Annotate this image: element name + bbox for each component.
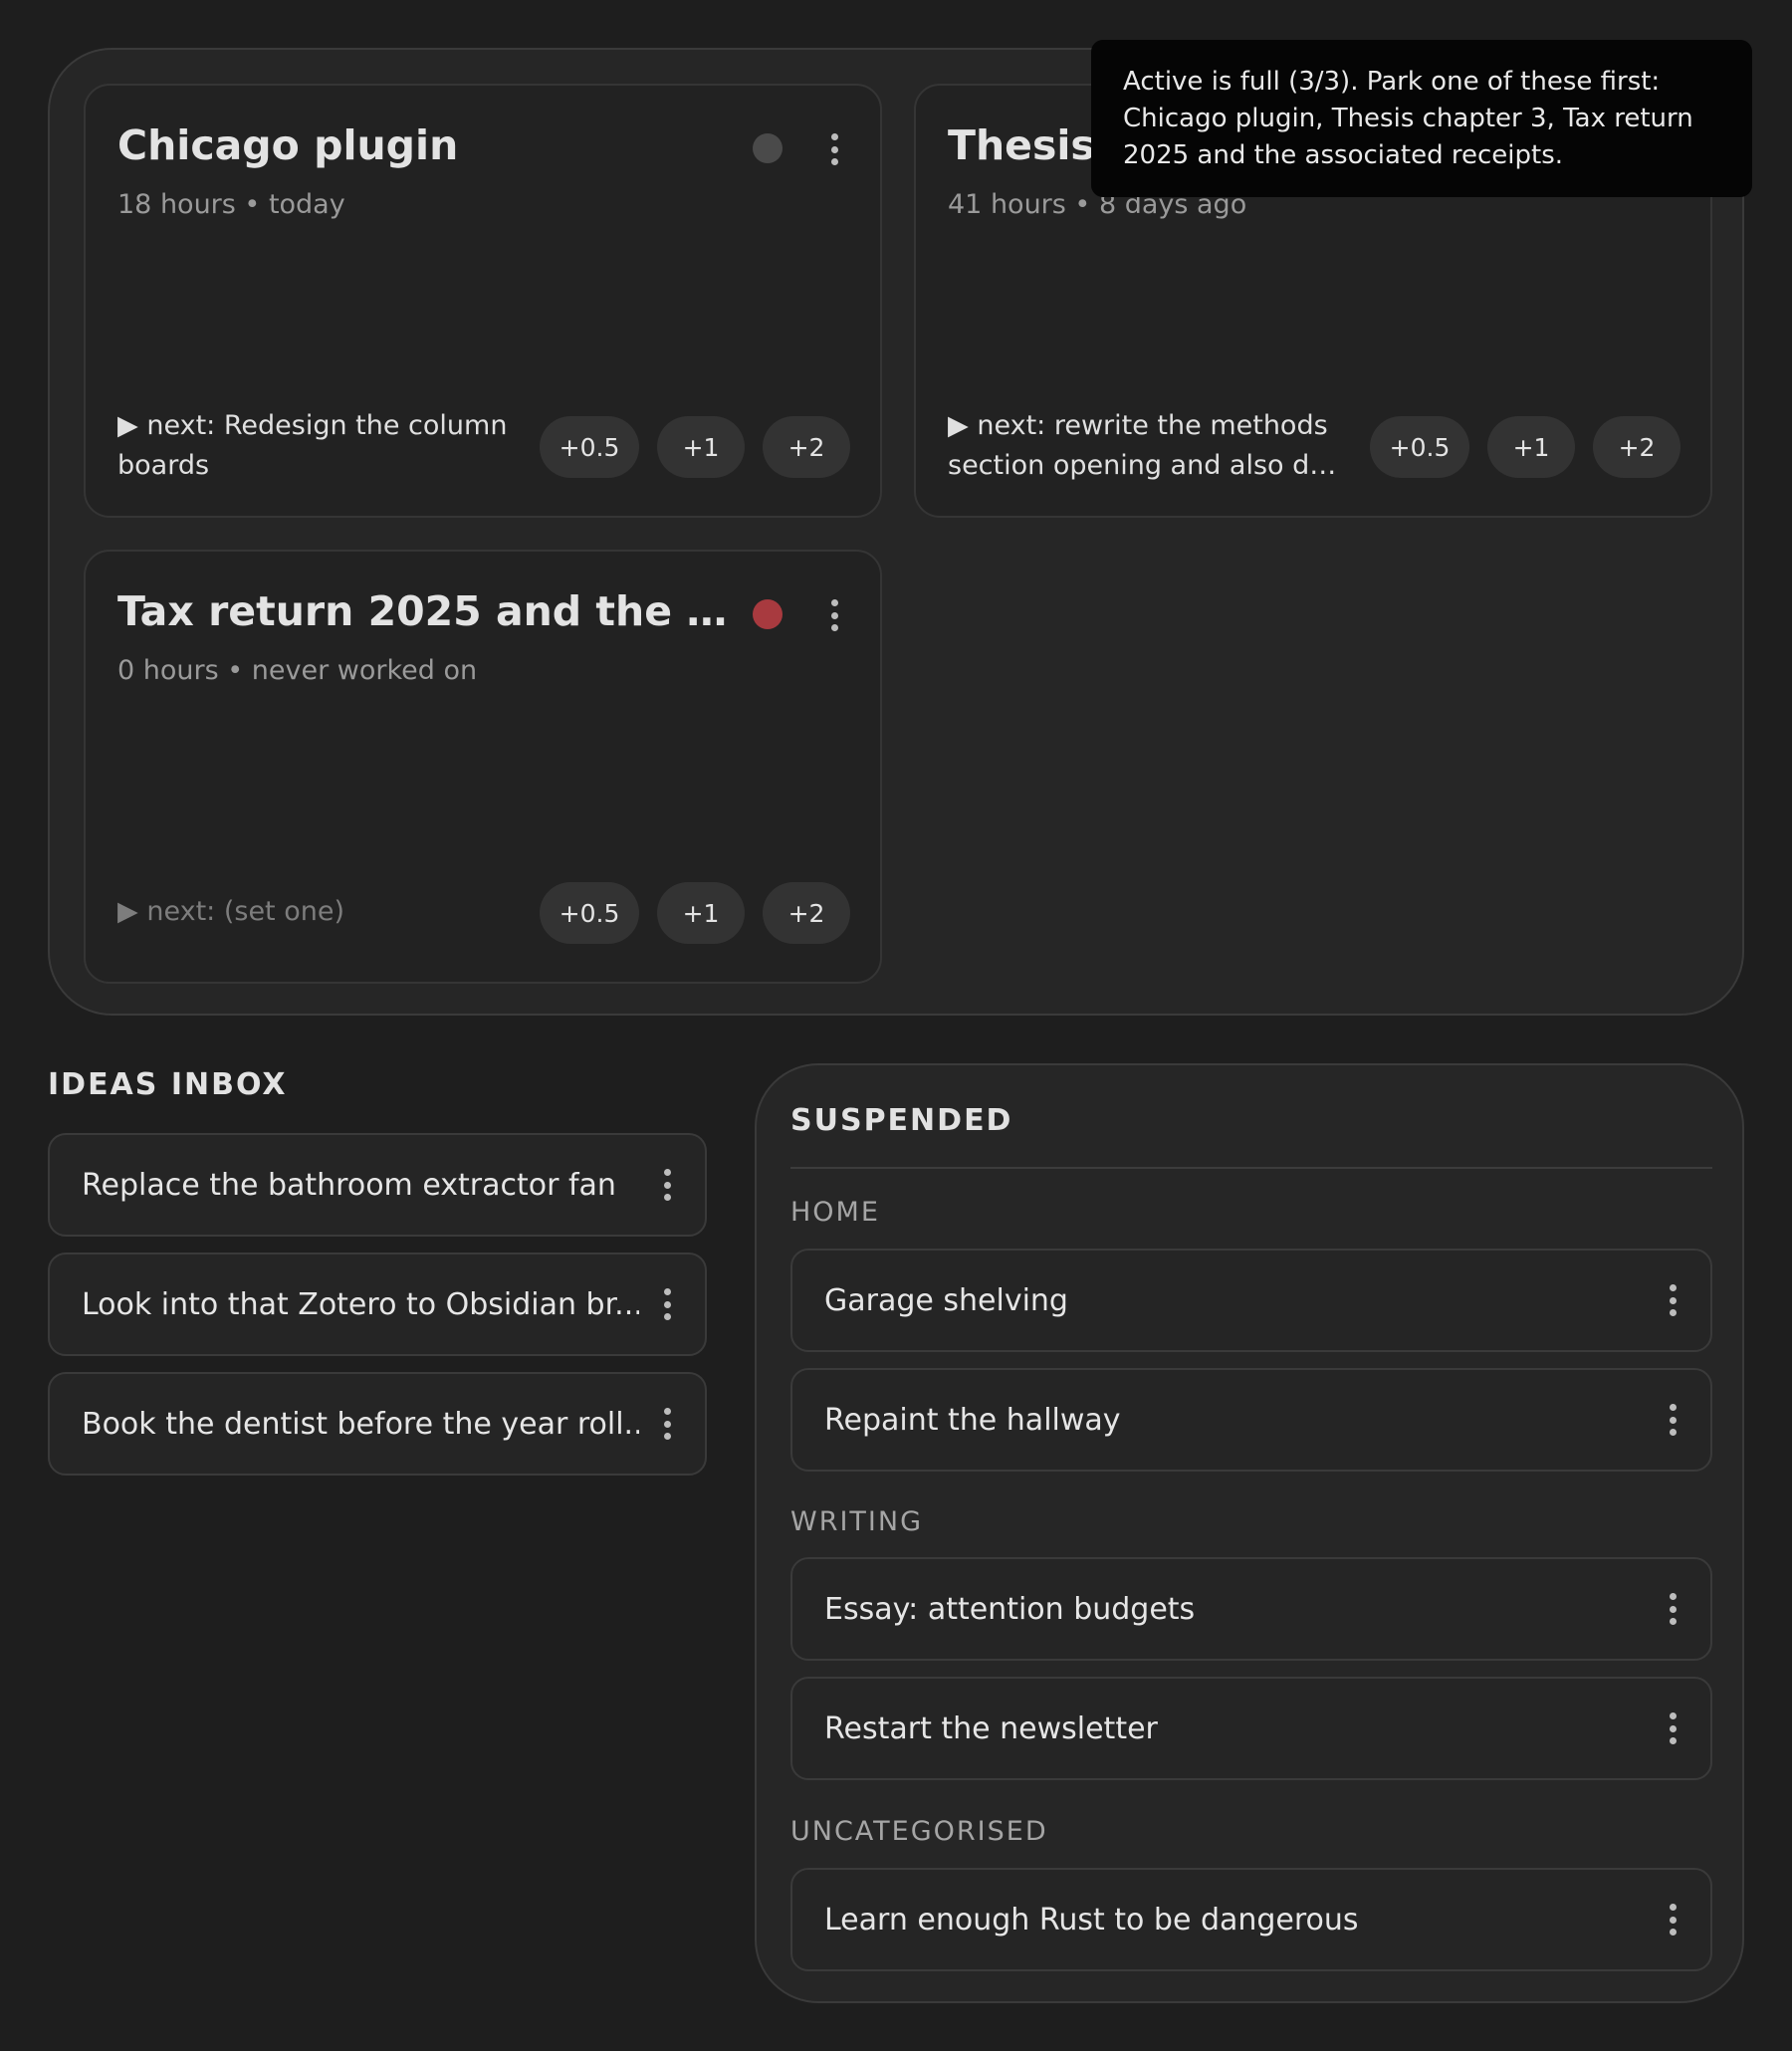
add-two-hours-button[interactable]: +2: [763, 416, 850, 478]
more-options-icon[interactable]: [1661, 1589, 1684, 1629]
add-two-hours-button[interactable]: +2: [1593, 416, 1680, 478]
next-action[interactable]: ▶ next: rewrite the methods section open…: [948, 406, 1346, 486]
group-heading-writing: WRITING: [790, 1506, 923, 1537]
suspended-item[interactable]: Learn enough Rust to be dangerous: [790, 1868, 1712, 1971]
more-options-icon[interactable]: [655, 1165, 679, 1205]
suspended-item[interactable]: Repaint the hallway: [790, 1368, 1712, 1472]
more-options-icon[interactable]: [822, 129, 846, 169]
more-options-icon[interactable]: [1661, 1400, 1684, 1440]
suspended-item-label: Restart the newsletter: [824, 1710, 1158, 1746]
inbox-item-label: Replace the bathroom extractor fan: [82, 1167, 616, 1203]
add-one-hour-button[interactable]: +1: [1487, 416, 1575, 478]
inbox-item[interactable]: Replace the bathroom extractor fan: [48, 1133, 707, 1237]
suspended-item-label: Essay: attention budgets: [824, 1591, 1196, 1627]
inbox-item-label: Look into that Zotero to Obsidian br...: [82, 1286, 639, 1322]
status-dot[interactable]: [753, 599, 783, 629]
suspended-item[interactable]: Restart the newsletter: [790, 1677, 1712, 1780]
suspended-item[interactable]: Garage shelving: [790, 1249, 1712, 1352]
suspended-item-label: Learn enough Rust to be dangerous: [824, 1902, 1359, 1937]
inbox-item[interactable]: Look into that Zotero to Obsidian br...: [48, 1253, 707, 1356]
inbox-item-label: Book the dentist before the year roll...: [82, 1406, 639, 1442]
card-title: Chicago plugin: [117, 121, 459, 169]
add-half-hour-button[interactable]: +0.5: [1370, 416, 1469, 478]
more-options-icon[interactable]: [1661, 1900, 1684, 1939]
card-meta: 0 hours • never worked on: [117, 655, 478, 686]
project-card-tax-return[interactable]: Tax return 2025 and the assoc... 0 hours…: [84, 550, 882, 984]
add-half-hour-button[interactable]: +0.5: [540, 416, 639, 478]
more-options-icon[interactable]: [1661, 1709, 1684, 1748]
add-one-hour-button[interactable]: +1: [657, 416, 745, 478]
suspended-item-label: Garage shelving: [824, 1282, 1068, 1318]
suspended-item-label: Repaint the hallway: [824, 1402, 1121, 1438]
add-one-hour-button[interactable]: +1: [657, 882, 745, 944]
group-heading-home: HOME: [790, 1197, 880, 1228]
more-options-icon[interactable]: [1661, 1280, 1684, 1320]
suspended-heading: SUSPENDED: [790, 1103, 1013, 1138]
suspended-item[interactable]: Essay: attention budgets: [790, 1557, 1712, 1661]
more-options-icon[interactable]: [655, 1404, 679, 1444]
next-action[interactable]: ▶ next: Redesign the column boards: [117, 406, 516, 486]
inbox-heading: IDEAS INBOX: [48, 1067, 288, 1102]
project-card-chicago-plugin[interactable]: Chicago plugin 18 hours • today ▶ next: …: [84, 84, 882, 518]
divider: [790, 1167, 1712, 1169]
more-options-icon[interactable]: [655, 1284, 679, 1324]
inbox-item[interactable]: Book the dentist before the year roll...: [48, 1372, 707, 1476]
next-action-empty[interactable]: ▶ next: (set one): [117, 892, 516, 932]
group-heading-uncategorised: UNCATEGORISED: [790, 1816, 1048, 1847]
card-title: Tax return 2025 and the assoc...: [117, 587, 735, 635]
card-meta: 18 hours • today: [117, 189, 345, 220]
add-two-hours-button[interactable]: +2: [763, 882, 850, 944]
suspended-panel: SUSPENDED HOME Garage shelving Repaint t…: [755, 1063, 1744, 2003]
status-dot[interactable]: [753, 133, 783, 163]
add-half-hour-button[interactable]: +0.5: [540, 882, 639, 944]
more-options-icon[interactable]: [822, 595, 846, 635]
active-full-tooltip: Active is full (3/3). Park one of these …: [1091, 40, 1752, 197]
